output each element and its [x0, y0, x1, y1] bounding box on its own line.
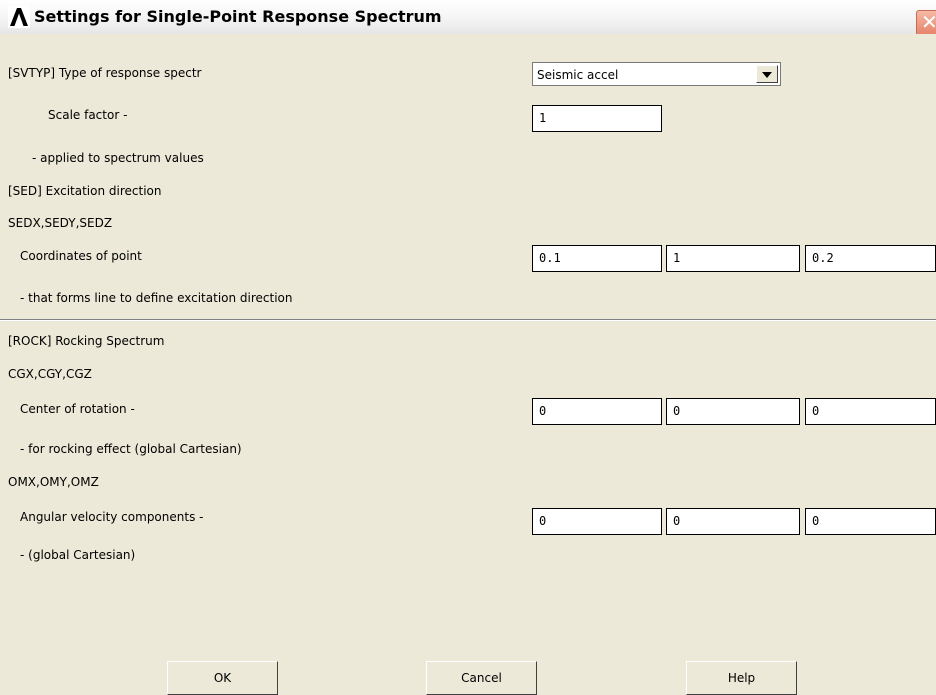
excitation-note: - that forms line to define excitation d… — [20, 291, 293, 305]
omy-input[interactable]: 0 — [666, 508, 800, 535]
window-title: Settings for Single-Point Response Spect… — [34, 7, 442, 26]
scale-factor-note: - applied to spectrum values — [32, 151, 204, 165]
sed-vars: SEDX,SEDY,SEDZ — [8, 216, 113, 230]
sedz-input[interactable]: 0.2 — [805, 245, 936, 272]
center-of-rotation-label: Center of rotation - — [20, 402, 135, 416]
cg-vars: CGX,CGY,CGZ — [8, 367, 92, 381]
cancel-button[interactable]: Cancel — [426, 661, 537, 695]
close-icon: ✕ — [921, 10, 936, 34]
dropdown-button[interactable] — [756, 65, 778, 83]
cgy-input[interactable]: 0 — [666, 398, 800, 425]
omz-input[interactable]: 0 — [805, 508, 936, 535]
title-bar: Settings for Single-Point Response Spect… — [0, 0, 936, 36]
rock-label: [ROCK] Rocking Spectrum — [8, 334, 165, 348]
spectrum-type-value: Seismic accel — [537, 68, 619, 82]
dropdown-arrow-icon — [762, 72, 772, 78]
section-divider — [0, 319, 936, 321]
coordinates-label: Coordinates of point — [20, 249, 142, 263]
scale-factor-label: Scale factor - — [48, 108, 128, 122]
cgx-input[interactable]: 0 — [532, 398, 662, 425]
omx-input[interactable]: 0 — [532, 508, 662, 535]
angular-velocity-label: Angular velocity components - — [20, 510, 204, 524]
spectrum-type-select[interactable]: Seismic accel — [532, 62, 781, 86]
help-button[interactable]: Help — [686, 661, 797, 695]
svtyp-label: [SVTYP] Type of response spectr — [8, 66, 202, 80]
om-vars: OMX,OMY,OMZ — [8, 475, 99, 489]
sedy-input[interactable]: 1 — [666, 245, 800, 272]
scale-factor-input[interactable]: 1 — [532, 105, 662, 132]
rocking-note: - for rocking effect (global Cartesian) — [20, 442, 242, 456]
ok-button[interactable]: OK — [167, 661, 278, 695]
dialog-body — [0, 34, 936, 695]
cgz-input[interactable]: 0 — [805, 398, 936, 425]
ansys-logo-icon — [8, 6, 30, 28]
angular-velocity-note: - (global Cartesian) — [20, 548, 136, 562]
sedx-input[interactable]: 0.1 — [532, 245, 662, 272]
close-button[interactable]: ✕ — [916, 10, 936, 36]
sed-label: [SED] Excitation direction — [8, 184, 162, 198]
